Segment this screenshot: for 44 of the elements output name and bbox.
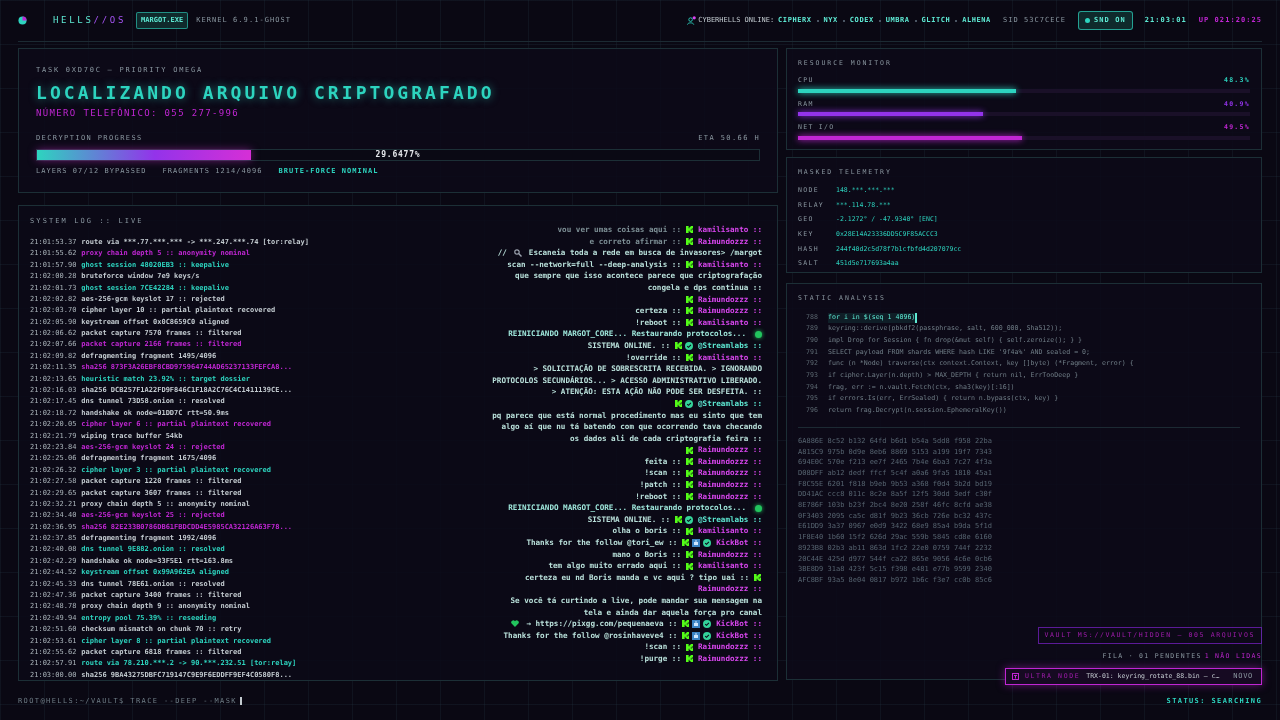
platform-badge-icon — [686, 562, 693, 570]
robot-badge-icon — [692, 631, 701, 640]
node-icon — [1011, 673, 1019, 680]
user-online-icon — [687, 16, 697, 25]
platform-badge-icon — [686, 492, 693, 500]
platform-badge-icon — [686, 307, 693, 315]
platform-badge-icon — [686, 469, 693, 477]
progress-reading: 29.6477% — [375, 149, 421, 160]
platform-badge-icon — [686, 261, 693, 269]
platform-badge-icon — [686, 527, 693, 535]
logo-icon — [18, 16, 27, 25]
platform-badge-icon — [682, 632, 690, 640]
platform-badge-icon — [686, 643, 693, 651]
platform-badge-icon — [686, 319, 693, 327]
platform-badge-icon — [686, 353, 693, 361]
platform-badge-icon — [686, 237, 693, 245]
platform-badge-icon — [686, 458, 693, 466]
verified-badge-icon — [703, 620, 712, 628]
platform-badge-icon — [675, 400, 682, 408]
platform-badge-icon — [686, 655, 693, 663]
text-cursor — [239, 697, 242, 705]
verified-badge-icon — [703, 538, 712, 547]
verified-badge-icon — [685, 515, 693, 524]
platform-badge-icon — [686, 550, 693, 558]
verified-badge-icon — [703, 631, 712, 640]
platform-badge-icon — [686, 481, 693, 489]
platform-badge-icon — [754, 574, 761, 582]
platform-badge-icon — [686, 226, 693, 234]
platform-badge-icon — [686, 295, 693, 303]
phone-number: NÚMERO TELEFÔNICO: 055 277-996 — [36, 106, 241, 120]
robot-badge-icon — [692, 538, 701, 547]
verified-badge-icon — [685, 341, 693, 350]
verified-badge-icon — [685, 399, 693, 408]
heart-icon — [511, 620, 520, 628]
task-title: LOCALIZANDO ARQUIVO CRIPTOGRAFADO — [36, 80, 496, 105]
platform-badge-icon — [682, 539, 690, 547]
robot-badge-icon — [692, 620, 701, 628]
brand-suffix: //OS — [93, 13, 127, 27]
platform-badge-icon — [675, 342, 682, 350]
platform-badge-icon — [686, 446, 693, 454]
platform-badge-icon — [675, 516, 682, 524]
brand-name: HELLS — [53, 13, 94, 27]
search-icon — [513, 249, 522, 257]
platform-badge-icon — [682, 620, 690, 628]
